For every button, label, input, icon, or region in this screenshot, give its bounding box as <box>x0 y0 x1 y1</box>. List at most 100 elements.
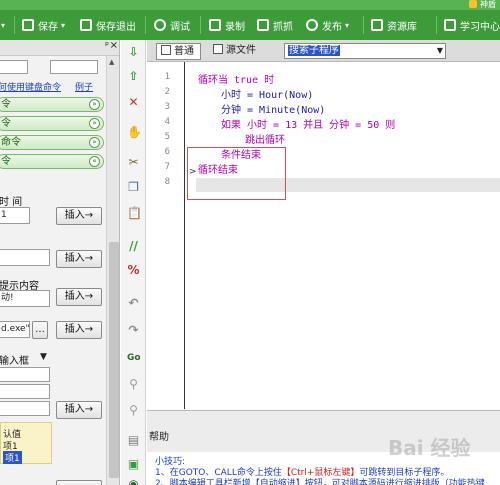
camera-icon <box>371 19 383 31</box>
help-title: 帮助 <box>149 432 169 443</box>
editor-side-toolbar: ⇩ ⇧ ✕ ✋ ✂ ❐ 📋 // % ↶ ↷ Go ⚲ ⚲ ▤ ▣ ◉ <box>121 40 146 485</box>
input-box-field-3[interactable] <box>0 401 50 416</box>
resource-library-button[interactable]: 资源库 <box>371 15 417 35</box>
watermark: Bai 经验 <box>388 436 471 460</box>
line-number: 2 <box>164 87 170 97</box>
find-icon[interactable]: ⚲ <box>127 378 140 391</box>
properties-icon[interactable]: ▤ <box>127 434 140 447</box>
insert-button[interactable]: 插入→ <box>56 207 102 225</box>
redo-icon[interactable]: ↷ <box>127 324 140 337</box>
command-group-3[interactable]: 命令» <box>0 135 104 150</box>
toolbar-separator <box>145 16 146 34</box>
debug-button[interactable]: 调试 <box>154 15 190 35</box>
expand-icon[interactable]: » <box>89 137 100 148</box>
insert-button[interactable]: 插入→ <box>56 321 102 339</box>
scroll-up-arrow[interactable]: ▲ <box>109 58 114 66</box>
delete-icon[interactable]: ✕ <box>127 96 140 109</box>
tab-source[interactable]: 源文件 <box>209 43 262 60</box>
view-icon[interactable]: ◉ <box>127 478 140 485</box>
move-up-icon[interactable]: ⇧ <box>127 70 140 83</box>
code-line: 如果 小时 = 13 并且 分钟 = 50 则 <box>221 120 396 131</box>
time-input[interactable]: 1 <box>0 207 30 224</box>
save-exit-icon <box>80 19 92 31</box>
command-panel: ᵖ × 何使用键盘命令 例子 令» 令» 命令» 令 « 时 间 1 插入→ 插入… <box>0 40 120 485</box>
tab-normal[interactable]: 普通 <box>156 43 201 60</box>
text-cursor-mark: > <box>189 167 197 177</box>
publish-button[interactable]: 发布 ▾ <box>306 15 349 35</box>
learning-center-button[interactable]: 学习中心 <box>444 15 500 35</box>
toolbar-separator <box>363 16 364 34</box>
toolbar-separator <box>14 16 15 34</box>
panel-scrollbar[interactable]: ▲ <box>106 56 119 485</box>
close-icon[interactable]: × <box>110 40 118 51</box>
paste-icon[interactable]: 📋 <box>127 207 142 220</box>
panel-header: ᵖ × <box>0 40 119 56</box>
brand-label: 神盾 <box>469 0 496 10</box>
chevron-down-icon[interactable]: ▼ <box>40 352 47 362</box>
copy-icon[interactable]: ❐ <box>127 181 140 194</box>
line-number: 6 <box>164 147 170 157</box>
input-box-label: 输入框 <box>0 356 29 367</box>
expand-icon[interactable]: » <box>89 99 100 110</box>
insert-button[interactable]: 插入→ <box>56 288 102 306</box>
code-editor[interactable]: 循环当 true 时 小时 = Hour(Now) 分钟 = Minute(No… <box>186 62 500 409</box>
play-icon <box>154 19 166 31</box>
title-strip <box>0 0 500 10</box>
command-group-2[interactable]: 令» <box>0 116 104 131</box>
search-field[interactable] <box>0 60 28 74</box>
cut-icon[interactable]: ✂ <box>127 156 140 169</box>
insert-button[interactable]: 插入→ <box>56 401 102 419</box>
keyboard-command-link[interactable]: 何使用键盘命令 <box>0 80 61 93</box>
line-number-gutter: 1 2 3 4 5 6 7 8 <box>147 62 185 409</box>
main-toolbar: 神盾 ▾ 保存 ▾ 保存退出 调试 录制 抓抓 发布 ▾ 资源库 学习中心 <box>0 0 500 40</box>
browse-button[interactable]: ... <box>32 321 48 339</box>
record-icon <box>209 19 221 31</box>
subroutine-select[interactable]: 搜索子程序 ▼ <box>284 43 446 59</box>
move-down-icon[interactable]: ⇩ <box>127 46 140 59</box>
collapse-icon[interactable]: « <box>89 156 100 167</box>
line-number: 7 <box>164 162 170 172</box>
book-icon <box>444 19 456 31</box>
time-label: 时 间 <box>0 197 23 208</box>
command-group-4[interactable]: 令 « <box>0 154 104 169</box>
filter-field[interactable] <box>50 60 98 74</box>
record-button[interactable]: 录制 <box>209 15 245 35</box>
line-number: 8 <box>164 177 170 187</box>
code-line: 小时 = Hour(Now) <box>221 90 314 101</box>
annotation-highlight-box <box>187 147 286 200</box>
save-button[interactable]: 保存 ▾ <box>22 15 65 35</box>
undo-icon[interactable]: ↶ <box>127 297 140 310</box>
scroll-thumb[interactable] <box>109 242 119 478</box>
pin-icon[interactable]: ᵖ <box>105 41 109 51</box>
input-box-field-1[interactable] <box>0 367 50 382</box>
toolbar-dropdown-caret[interactable]: ▾ <box>0 15 5 35</box>
capture-icon <box>257 19 269 31</box>
editor-tab-bar: 普通 源文件 搜索子程序 ▼ <box>147 40 500 62</box>
save-icon <box>22 19 34 31</box>
comment-icon[interactable]: // <box>127 240 140 253</box>
input-box-field-2[interactable] <box>0 384 50 399</box>
capture-button[interactable]: 抓抓 <box>257 15 293 35</box>
example-link[interactable]: 例子 <box>75 80 93 93</box>
prompt-input[interactable]: 动! <box>0 290 50 307</box>
insert-button[interactable]: 插入→ <box>56 250 102 268</box>
insert-button[interactable] <box>56 480 102 485</box>
code-line: 跳出循环 <box>245 135 285 146</box>
options-list: 认值 项1 项1 <box>0 422 52 464</box>
goto-icon[interactable]: Go <box>127 352 141 365</box>
uncomment-icon[interactable]: % <box>127 264 140 277</box>
file-path-input[interactable]: d.exe" <box>0 321 30 338</box>
command-group-1[interactable]: 令» <box>0 97 104 112</box>
line-number: 1 <box>164 72 170 82</box>
picture-icon[interactable]: ▣ <box>127 458 140 471</box>
key-input[interactable] <box>0 249 50 266</box>
find-next-icon[interactable]: ⚲ <box>127 404 140 417</box>
chevron-down-icon[interactable]: ▼ <box>437 44 443 58</box>
hand-icon[interactable]: ✋ <box>127 126 142 139</box>
expand-icon[interactable]: » <box>89 118 100 129</box>
save-exit-button[interactable]: 保存退出 <box>80 15 136 35</box>
help-tip-2: 2、脚本编辑工具栏新增【自动缩进】按钮，可对脚本源码进行缩进排版（功能热键 <box>155 479 485 485</box>
source-file-icon <box>213 44 223 54</box>
option-item-selected[interactable]: 项1 <box>3 451 22 464</box>
shield-icon <box>469 0 477 8</box>
